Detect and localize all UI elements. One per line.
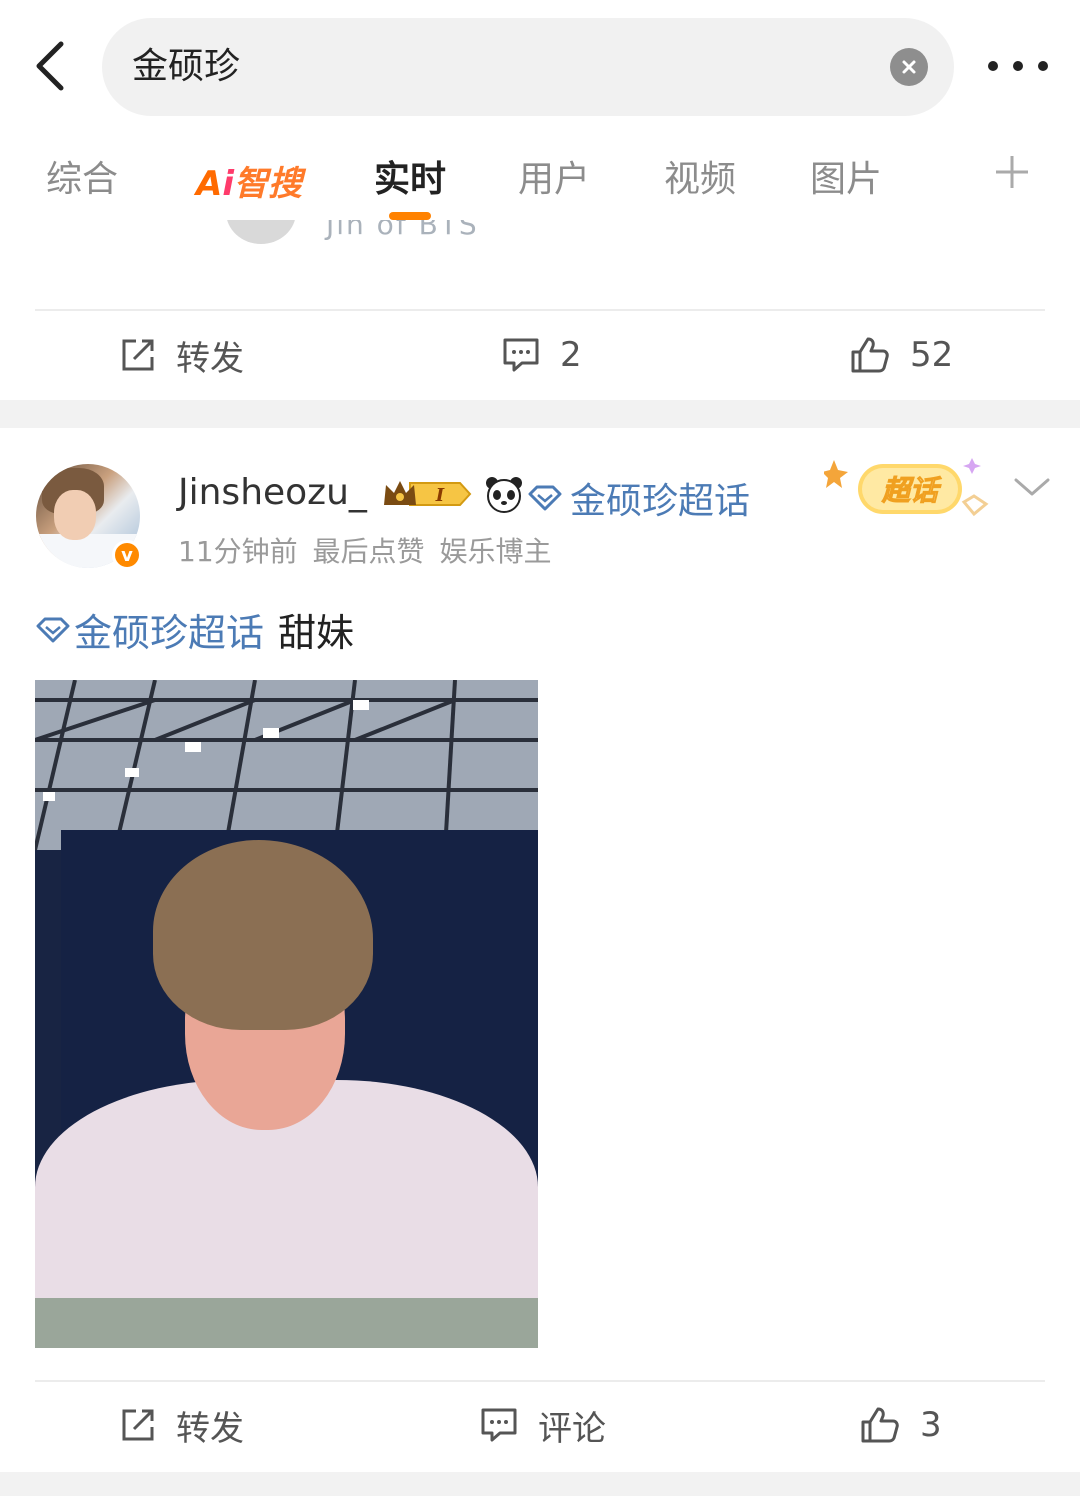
comment-count: 2: [560, 335, 582, 375]
post-meta: 11分钟前 最后点赞 娱乐博主: [178, 530, 551, 570]
rank-badge-text: I: [435, 485, 445, 506]
back-arrow-icon: [36, 41, 64, 91]
more-icon-dot: [988, 61, 998, 71]
super-topic-name: 金硕珍超话: [570, 481, 751, 522]
previous-post-avatar: [226, 220, 296, 244]
stage-floor: [35, 1298, 538, 1348]
super-topic-link[interactable]: 金硕珍超话: [528, 472, 750, 524]
previous-post-text: Jin of BTS: [326, 220, 479, 241]
content-topic-name: 金硕珍超话: [74, 611, 265, 655]
plus-icon[interactable]: [992, 152, 1032, 192]
username[interactable]: Jinsheozu_: [178, 472, 367, 513]
clear-icon: [902, 60, 916, 74]
post-card: v Jinsheozu_ I 金硕珍超话 11分钟前 最后点赞 娱乐博主 超话 …: [0, 428, 1080, 1472]
post-photo[interactable]: [35, 680, 538, 1348]
avatar-face: [54, 490, 96, 540]
tab-videos[interactable]: 视频: [664, 150, 736, 202]
content-topic-link[interactable]: 金硕珍超话: [36, 602, 264, 657]
user-role: 娱乐博主: [439, 535, 552, 568]
card-separator: [0, 1472, 1080, 1496]
repost-icon: [122, 339, 154, 371]
comment-button[interactable]: 2: [502, 310, 582, 400]
like-icon: [861, 1407, 899, 1443]
super-topic-badge-text: 超话: [881, 474, 942, 507]
search-input[interactable]: 金硕珍: [102, 18, 954, 116]
panda-icon: [486, 477, 522, 513]
verified-badge: v: [112, 540, 142, 570]
repost-label: 转发: [176, 338, 244, 379]
tab-realtime[interactable]: 实时: [374, 150, 446, 202]
repost-button[interactable]: 转发: [120, 1380, 244, 1470]
post-time: 11分钟前: [178, 535, 298, 568]
tab-ai-search[interactable]: Ai智搜: [196, 156, 302, 205]
like-icon: [851, 337, 889, 373]
like-count: 52: [910, 335, 954, 375]
repost-button[interactable]: 转发: [120, 310, 244, 400]
like-button[interactable]: 3: [860, 1380, 942, 1470]
previous-post-card: Jin of BTS 转发 2 52: [0, 220, 1080, 400]
card-separator: [0, 400, 1080, 428]
search-query: 金硕珍: [132, 46, 241, 87]
like-count: 3: [920, 1405, 942, 1445]
tab-comprehensive[interactable]: 综合: [46, 150, 118, 202]
post-actions: 转发 评论 3: [0, 1380, 1080, 1470]
tab-images[interactable]: 图片: [810, 150, 882, 202]
tab-bar: 综合 Ai智搜 实时 用户 视频 图片: [0, 130, 1080, 220]
back-button[interactable]: [24, 36, 74, 96]
content-text: 甜妹: [278, 611, 355, 655]
chevron-down-icon[interactable]: [1012, 476, 1052, 500]
crown-rank-badge-icon: I: [384, 481, 472, 506]
more-button[interactable]: [988, 46, 1048, 86]
person-hair: [153, 840, 373, 1030]
last-like-label: 最后点赞: [312, 535, 425, 568]
more-icon-dot: [1013, 61, 1023, 71]
user-badges: I: [380, 472, 524, 516]
tab-users[interactable]: 用户: [518, 150, 590, 202]
stage-truss-lines: [35, 680, 538, 850]
previous-post-actions: 转发 2 52: [0, 310, 1080, 400]
search-header: 金硕珍: [0, 0, 1080, 130]
post-content: 金硕珍超话 甜妹: [36, 602, 354, 657]
repost-icon: [122, 1409, 154, 1441]
active-tab-indicator: [389, 212, 431, 220]
more-icon-dot: [1038, 61, 1048, 71]
like-button[interactable]: 52: [850, 310, 953, 400]
super-topic-badge-icon: 超话: [824, 458, 989, 517]
comment-label: 评论: [538, 1408, 606, 1449]
super-topic-icon: [528, 485, 562, 511]
comment-button[interactable]: 评论: [480, 1380, 606, 1470]
comment-icon: [481, 1408, 517, 1442]
comment-icon: [503, 338, 539, 372]
clear-search-button[interactable]: [890, 48, 928, 86]
repost-label: 转发: [176, 1408, 244, 1449]
super-topic-icon: [36, 617, 70, 642]
